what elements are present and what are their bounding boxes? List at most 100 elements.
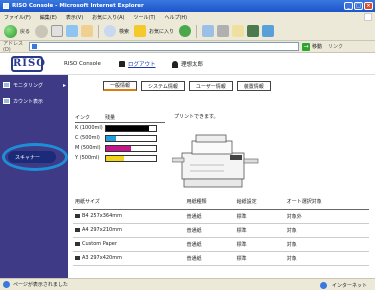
logout-label: ログアウト xyxy=(128,62,156,68)
minimize-button[interactable]: _ xyxy=(344,2,353,10)
close-button[interactable]: × xyxy=(364,2,373,10)
riso-logo: RISO xyxy=(11,56,45,72)
window-titlebar: RISO Console - Microsoft Internet Explor… xyxy=(0,0,375,12)
tab-device[interactable]: 装置情報 xyxy=(236,81,271,91)
tab-system[interactable]: システム情報 xyxy=(141,81,185,91)
feed-cell: 標準 xyxy=(234,237,285,252)
ink-level-bar xyxy=(105,144,157,152)
size-cell: B4 257x364mm xyxy=(73,209,185,224)
menu-item-help[interactable]: ヘルプ(H) xyxy=(164,14,187,21)
window-title: RISO Console - Microsoft Internet Explor… xyxy=(12,3,144,9)
sidebar-item-count[interactable]: カウント表示 xyxy=(3,96,43,106)
tab-user[interactable]: ユーザー情報 xyxy=(188,81,233,91)
column-header: 用紙サイズ xyxy=(73,195,185,210)
home-icon[interactable] xyxy=(81,25,94,37)
person-icon xyxy=(172,60,178,68)
menu-item-view[interactable]: 表示(V) xyxy=(66,14,83,21)
maximize-button[interactable]: □ xyxy=(354,2,363,10)
column-header: 用紙種類 xyxy=(184,195,235,210)
menu-item-tools[interactable]: ツール(T) xyxy=(134,14,156,21)
page-status-icon xyxy=(3,281,10,288)
level-header: 残量 xyxy=(105,115,116,121)
sidebar-item-label: カウント表示 xyxy=(13,98,44,105)
table-header-row: 用紙サイズ 用紙種類 給紙設定 オート選択対象 xyxy=(73,195,369,210)
stop-icon[interactable] xyxy=(51,25,64,37)
print-icon[interactable] xyxy=(217,25,230,37)
ink-header: インク xyxy=(75,115,91,121)
search-icon[interactable] xyxy=(104,25,117,37)
ink-row: C (500ml) xyxy=(75,133,165,143)
feed-cell: 標準 xyxy=(234,251,285,266)
table-row: A4 297x210mm 普通紙 標準 対象 xyxy=(73,223,369,238)
refresh-icon[interactable] xyxy=(66,25,79,37)
internet-zone-icon xyxy=(319,282,327,289)
go-button[interactable]: → 移動 xyxy=(302,42,323,51)
highlight-ellipse xyxy=(2,143,68,171)
mail-icon[interactable] xyxy=(202,25,215,37)
address-input[interactable] xyxy=(29,42,299,51)
toolbar-separator xyxy=(196,24,198,38)
search-label: 検索 xyxy=(119,28,130,35)
ink-level-fill xyxy=(106,145,131,151)
tray-icon xyxy=(75,255,80,260)
menu-item-file[interactable]: ファイル(F) xyxy=(4,14,31,21)
auto-cell: 対象 xyxy=(284,237,369,252)
windows-logo-icon xyxy=(364,13,372,21)
links-label[interactable]: リンク xyxy=(328,43,343,50)
toolbar-separator xyxy=(98,24,100,38)
menu-bar: ファイル(F) 編集(E) 表示(V) お気に入り(A) ツール(T) ヘルプ(… xyxy=(0,12,375,22)
type-cell: 普通紙 xyxy=(184,223,235,238)
favorites-icon[interactable] xyxy=(134,25,147,37)
browser-statusbar: ページが表示されました インターネット xyxy=(0,278,375,290)
ink-level-fill xyxy=(106,155,124,161)
console-header: RISO RISO Console ログアウト 理想太郎 xyxy=(0,53,375,75)
history-icon[interactable] xyxy=(179,25,192,37)
size-value: B4 257x364mm xyxy=(82,213,122,219)
menu-item-edit[interactable]: 編集(E) xyxy=(40,14,57,21)
chevron-right-icon: ▸ xyxy=(63,81,67,89)
feed-cell: 標準 xyxy=(234,209,285,224)
browser-toolbar: 戻る 検索 お気に入り xyxy=(0,22,375,41)
size-cell: A3 297x420mm xyxy=(73,251,185,266)
address-label: アドレス(D) xyxy=(3,41,24,53)
lock-icon xyxy=(119,61,125,67)
printer-illustration xyxy=(172,134,259,188)
ink-label: Y (500ml) xyxy=(75,155,100,161)
table-row: Custom Paper 普通紙 標準 対象 xyxy=(73,237,369,252)
messenger-icon[interactable] xyxy=(247,25,260,37)
research-icon[interactable] xyxy=(262,25,275,37)
feed-cell: 標準 xyxy=(234,223,285,238)
tab-bar: 一般情報 システム情報 ユーザー情報 装置情報 xyxy=(103,81,271,91)
ink-row: M (500ml) xyxy=(75,143,165,153)
back-label: 戻る xyxy=(20,28,31,35)
tab-general[interactable]: 一般情報 xyxy=(103,81,138,91)
back-button[interactable] xyxy=(4,24,17,38)
status-text: ページが表示されました xyxy=(13,282,68,288)
security-zone: インターネット xyxy=(319,282,367,289)
sidebar: モニタリング ▸ カウント表示 スキャナー xyxy=(0,75,68,278)
ink-row: Y (500ml) xyxy=(75,153,165,163)
ink-level-bar xyxy=(105,124,157,132)
page-content: RISO RISO Console ログアウト 理想太郎 モニタリング ▸ カウ… xyxy=(0,53,375,278)
folder-icon[interactable] xyxy=(232,25,245,37)
size-value: A4 297x210mm xyxy=(82,227,122,233)
logout-link[interactable]: ログアウト xyxy=(119,60,156,68)
column-header: 給紙設定 xyxy=(234,195,285,210)
sidebar-item-monitoring[interactable]: モニタリング ▸ xyxy=(3,80,66,90)
zone-label: インターネット xyxy=(331,283,367,289)
tray-icon xyxy=(75,227,80,232)
go-label: 移動 xyxy=(312,44,323,50)
forward-button[interactable] xyxy=(35,24,49,38)
monitor-icon xyxy=(3,82,10,88)
ink-label: C (500ml) xyxy=(75,135,100,141)
console-name: RISO Console xyxy=(64,61,101,67)
type-cell: 普通紙 xyxy=(184,209,235,224)
table-row: B4 257x364mm 普通紙 標準 対象外 xyxy=(73,209,369,224)
ink-level-fill xyxy=(106,135,116,141)
admin-indicator: 理想太郎 xyxy=(172,60,203,68)
column-header: オート選択対象 xyxy=(284,195,369,210)
ink-level-fill xyxy=(106,125,149,131)
tray-icon xyxy=(75,213,80,218)
menu-item-favorites[interactable]: お気に入り(A) xyxy=(92,14,124,21)
size-cell: Custom Paper xyxy=(73,237,185,252)
